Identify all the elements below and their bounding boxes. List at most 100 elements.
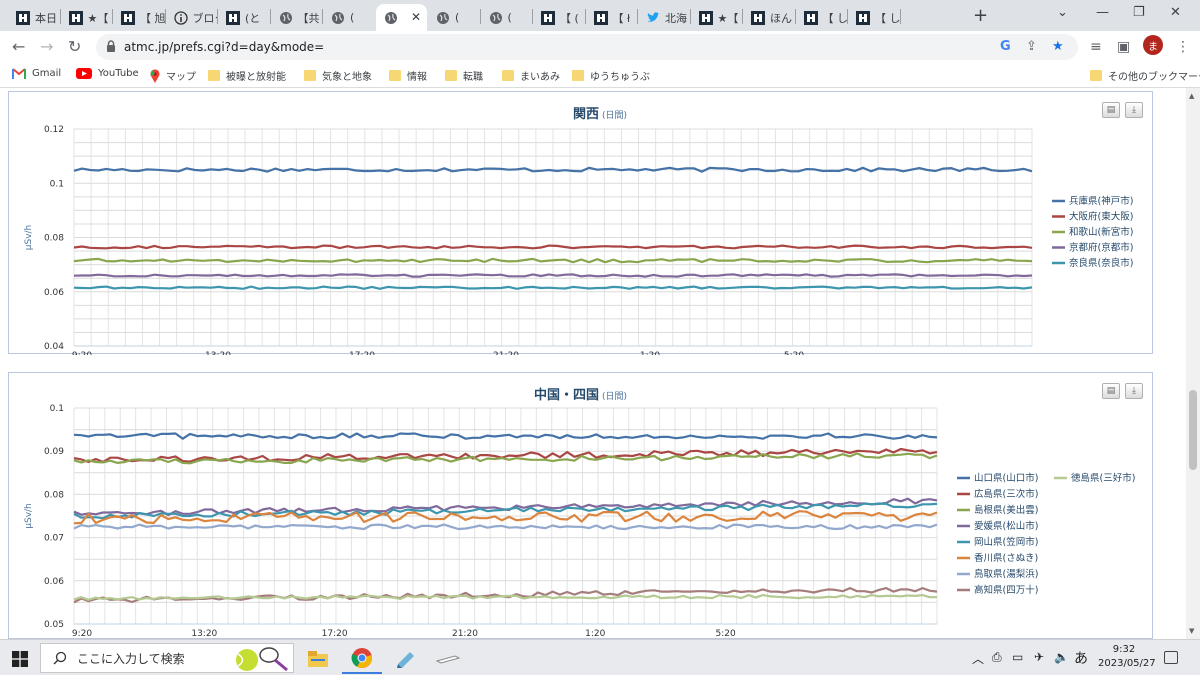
reload-icon[interactable]: ↻ <box>68 37 81 56</box>
notepad-app-icon[interactable] <box>386 644 426 674</box>
page-scrollbar[interactable]: ▲ ▼ <box>1186 88 1200 639</box>
volume-icon[interactable]: 🔈 <box>1054 650 1069 664</box>
tab[interactable]: 【 ł <box>586 4 638 31</box>
url-text: atmc.jp/prefs.cgi?d=day&mode= <box>124 40 325 54</box>
legend-item[interactable]: 愛媛県(松山市) <box>957 520 1038 532</box>
bookmark-item[interactable]: 被曝と放射能 <box>208 68 286 83</box>
tab-title: 【 し <box>875 11 900 25</box>
close-tab-icon[interactable]: ✕ <box>411 10 421 24</box>
tab[interactable]: 【 ( <box>533 4 585 31</box>
bookmark-item[interactable]: 情報 <box>389 68 427 83</box>
bookmark-item[interactable]: YouTube <box>76 68 139 79</box>
file-explorer-icon[interactable] <box>298 644 338 674</box>
tab[interactable]: ほん <box>743 4 795 31</box>
tab[interactable]: ( <box>481 4 533 31</box>
reading-list-icon[interactable]: ≡ <box>1090 39 1102 55</box>
bookmark-item[interactable]: Gmail <box>12 68 61 79</box>
share-icon[interactable]: ⇪ <box>1026 39 1037 54</box>
tab-title: ( <box>507 11 512 24</box>
legend-item[interactable]: 奈良県(奈良市) <box>1052 257 1133 269</box>
y-tick-label: 0.07 <box>44 534 64 544</box>
google-translate-icon[interactable]: G <box>1000 39 1011 54</box>
legend-item[interactable]: 島根県(美出雲) <box>957 504 1038 516</box>
tab[interactable]: ( <box>428 4 480 31</box>
print-button[interactable]: ▤ <box>1102 102 1120 118</box>
bookmark-item[interactable]: 気象と地象 <box>304 68 372 83</box>
notification-icon[interactable] <box>1164 651 1178 664</box>
bookmark-item[interactable]: まいあみ <box>502 68 560 83</box>
page-content: 関西(日間)0.040.060.080.10.12μSv/h9:2013:201… <box>0 88 1186 639</box>
chart-title: 関西 <box>573 107 599 122</box>
other-bookmarks-folder[interactable]: その他のブックマーク <box>1090 68 1200 83</box>
taskbar-search-box[interactable]: ここに入力して検索 <box>40 643 294 673</box>
ime-indicator[interactable]: あ <box>1074 648 1088 668</box>
bookmark-star-icon[interactable]: ★ <box>1052 39 1064 54</box>
scroll-thumb[interactable] <box>1189 390 1197 470</box>
tab[interactable]: 【 し <box>848 4 900 31</box>
network-icon[interactable]: ✈ <box>1034 650 1044 664</box>
tab[interactable]: ( <box>323 4 375 31</box>
bookmark-item[interactable]: 転職 <box>445 68 483 83</box>
legend-item[interactable]: 徳島県(三好市) <box>1054 472 1135 484</box>
tray-chevron-icon[interactable]: ︿ <box>972 650 984 667</box>
gmail-icon <box>12 68 26 79</box>
taskbar-clock[interactable]: 9:32 2023/05/27 <box>1098 643 1156 671</box>
windows-start-icon[interactable] <box>12 651 28 667</box>
line-chart: 関西(日間) 0.04 0.06 0.08 0.1 0.12 μSv/h 9:20 13:20 1… <box>24 107 1133 355</box>
tab-title: ★【 <box>717 11 739 25</box>
tab[interactable]: ★【 <box>61 4 113 31</box>
legend-item[interactable]: 岡山県(笠岡市) <box>957 536 1038 548</box>
tab-title: 【共 <box>297 11 320 25</box>
download-button[interactable]: ⤓ <box>1125 383 1143 399</box>
tab[interactable]: (と <box>218 4 270 31</box>
legend-item[interactable]: 高知県(四万十) <box>957 584 1038 596</box>
y-tick-label: 0.1 <box>50 404 64 414</box>
profile-avatar[interactable]: ま <box>1143 35 1163 55</box>
tab[interactable]: 【 旭 <box>113 4 165 31</box>
download-button[interactable]: ⤓ <box>1125 102 1143 118</box>
restore-button[interactable]: ❐ <box>1133 5 1145 20</box>
tab-active[interactable]: ✕ <box>375 4 427 31</box>
legend-item[interactable]: 山口県(山口市) <box>957 472 1038 484</box>
chart-title: 中国・四国 <box>534 387 599 403</box>
tab[interactable]: ブロク <box>166 4 217 31</box>
back-icon[interactable]: ← <box>12 37 25 56</box>
pen-app-icon[interactable] <box>428 644 468 674</box>
x-tick-label: 13:20 <box>205 351 231 355</box>
address-bar[interactable]: atmc.jp/prefs.cgi?d=day&mode= G ⇪ ★ <box>96 34 1078 60</box>
lock-icon[interactable] <box>106 40 116 52</box>
close-window-button[interactable]: ✕ <box>1170 5 1181 20</box>
legend-item[interactable]: 京都府(京都市) <box>1052 242 1133 254</box>
forward-icon[interactable]: → <box>40 37 53 56</box>
tab-search-icon[interactable]: ⌄ <box>1057 5 1068 20</box>
bookmark-label: 情報 <box>407 72 427 83</box>
side-panel-icon[interactable]: ▣ <box>1117 39 1130 55</box>
tab[interactable]: 【共 <box>271 4 323 31</box>
tab[interactable]: 【 し <box>796 4 847 31</box>
bookmark-item[interactable]: ゆうちゅうぶ <box>572 68 650 83</box>
site-favicon-icon <box>803 10 818 25</box>
legend-item[interactable]: 鳥取県(湯梨浜) <box>957 568 1038 580</box>
legend-label: 岡山県(笠岡市) <box>974 536 1038 548</box>
legend-item[interactable]: 香川県(さぬき) <box>957 553 1038 564</box>
tab-title: ★【 <box>87 11 109 25</box>
bookmark-item[interactable]: マップ <box>150 68 196 83</box>
menu-icon[interactable]: ⋮ <box>1176 39 1190 55</box>
legend-item[interactable]: 大阪府(東大阪) <box>1052 211 1133 223</box>
legend-item[interactable]: 兵庫県(神戸市) <box>1052 195 1133 207</box>
x-tick-label: 5:20 <box>715 629 735 639</box>
tab-title: 【 ( <box>560 11 579 25</box>
tab[interactable]: ★【 <box>691 4 743 31</box>
tab[interactable]: 北海 <box>638 4 690 31</box>
scroll-down-icon[interactable]: ▼ <box>1189 627 1194 635</box>
print-button[interactable]: ▤ <box>1102 383 1120 399</box>
tab[interactable]: 本日 <box>8 4 60 31</box>
meet-now-icon[interactable]: ⎙ <box>992 650 1002 665</box>
legend-item[interactable]: 和歌山(新宮市) <box>1052 226 1133 238</box>
minimize-button[interactable]: — <box>1096 5 1109 20</box>
battery-icon[interactable]: ▭ <box>1012 650 1023 664</box>
legend-item[interactable]: 広島県(三次市) <box>957 488 1038 500</box>
chrome-icon[interactable] <box>342 644 382 674</box>
new-tab-button[interactable]: + <box>973 5 988 26</box>
scroll-up-icon[interactable]: ▲ <box>1189 92 1194 100</box>
